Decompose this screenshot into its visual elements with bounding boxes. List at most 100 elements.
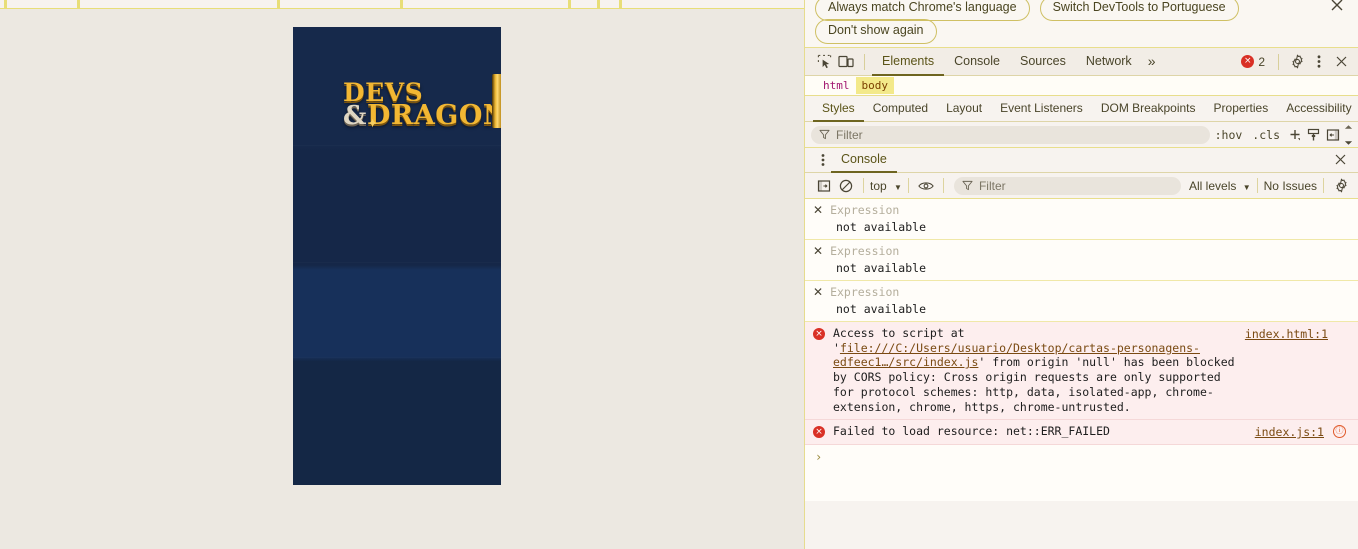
device-toolbar-icon[interactable]: [835, 51, 857, 73]
tab-tick: [568, 0, 571, 9]
more-tabs-button[interactable]: »: [1142, 48, 1162, 76]
tab-tick: [400, 0, 403, 9]
tab-console[interactable]: Console: [944, 49, 1010, 76]
toolbar-divider: [864, 53, 865, 70]
console-divider-3: [942, 178, 944, 193]
live-expression-row[interactable]: ✕ Expression not available: [805, 281, 1358, 322]
page-content: DEVS &DRAGONS ✦: [0, 11, 804, 549]
dont-show-again-button[interactable]: Don't show again: [815, 19, 937, 44]
remove-expression-icon[interactable]: ✕: [813, 204, 823, 216]
gear-icon[interactable]: [1330, 176, 1352, 196]
live-expression-icon[interactable]: [915, 176, 937, 196]
styles-pane-tabs: Styles Computed Layout Event Listeners D…: [805, 96, 1358, 122]
error-source-link[interactable]: index.js:1: [1255, 425, 1324, 440]
styles-filter-placeholder: Filter: [836, 127, 863, 142]
breadcrumb-item-html[interactable]: html: [817, 77, 856, 94]
scroll-up-icon: [1344, 124, 1352, 129]
new-style-rule-icon[interactable]: [1285, 125, 1304, 144]
tab-tick: [277, 0, 280, 9]
console-toolbar: top ▼ Filter All levels ▼ No Issues: [805, 173, 1358, 199]
toolbar-divider-2: [1278, 53, 1279, 70]
logo-ampersand: &: [343, 101, 367, 131]
console-divider-5: [1323, 178, 1324, 193]
console-filter-input[interactable]: Filter: [953, 176, 1182, 195]
live-expression-row[interactable]: ✕ Expression not available: [805, 240, 1358, 281]
inspect-element-icon[interactable]: [813, 51, 835, 73]
toolbar-right-group: × 2: [1241, 51, 1358, 73]
tab-tick: [597, 0, 600, 9]
console-sidebar-icon[interactable]: [813, 176, 835, 196]
kebab-menu-icon[interactable]: [815, 153, 831, 167]
card-gold-edge: [492, 74, 501, 128]
live-expression-head: ✕ Expression: [813, 203, 1350, 217]
browser-page-viewport: DEVS &DRAGONS ✦: [0, 0, 804, 549]
computed-sidebar-icon[interactable]: [1323, 125, 1342, 144]
drawer-tab-console[interactable]: Console: [831, 148, 897, 173]
styles-filter-row: Filter :hov .cls: [805, 122, 1358, 148]
console-prompt-caret: ›: [815, 450, 823, 465]
tab-tick: [619, 0, 622, 9]
tab-sources[interactable]: Sources: [1010, 49, 1076, 76]
tab-network[interactable]: Network: [1076, 49, 1142, 76]
chevron-down-icon: ▼: [894, 182, 902, 192]
dont-show-again-row: Don't show again: [815, 19, 937, 44]
live-expression-head: ✕ Expression: [813, 244, 1350, 258]
hov-toggle-button[interactable]: :hov: [1210, 128, 1248, 142]
error-source-link[interactable]: index.html:1: [1245, 327, 1328, 342]
console-prompt[interactable]: ›: [805, 445, 1358, 469]
browser-tabstrip: [0, 0, 804, 9]
expression-placeholder: Expression: [830, 285, 900, 299]
clear-console-icon[interactable]: [835, 176, 857, 196]
always-match-language-button[interactable]: Always match Chrome's language: [815, 0, 1030, 21]
dom-breadcrumb: html body: [805, 76, 1358, 96]
breadcrumb-item-body[interactable]: body: [855, 77, 894, 94]
log-levels-selector[interactable]: All levels ▼: [1185, 179, 1251, 193]
console-error-resource[interactable]: × Failed to load resource: net::ERR_FAIL…: [805, 420, 1358, 446]
filter-icon: [819, 129, 830, 140]
tab-styles[interactable]: Styles: [813, 97, 864, 122]
console-error-cors[interactable]: × Access to script at 'file:///C:/Users/…: [805, 322, 1358, 421]
filter-icon: [962, 180, 973, 191]
screen: DEVS &DRAGONS ✦ Always match Chrome's la…: [0, 0, 1358, 549]
element-classes-icon[interactable]: [1304, 125, 1323, 144]
devtools-panel: Always match Chrome's language Switch De…: [804, 0, 1358, 549]
console-divider-4: [1256, 178, 1258, 193]
styles-scrollbar[interactable]: [1342, 124, 1354, 146]
issues-counter[interactable]: No Issues: [1264, 179, 1317, 193]
tab-dom-breakpoints[interactable]: DOM Breakpoints: [1092, 97, 1205, 122]
close-icon[interactable]: [1328, 0, 1346, 14]
character-card[interactable]: DEVS &DRAGONS ✦: [293, 27, 501, 485]
tab-event-listeners[interactable]: Event Listeners: [991, 97, 1092, 122]
console-drawer-header: Console: [805, 148, 1358, 173]
log-levels-value: All levels: [1189, 178, 1237, 193]
remove-expression-icon[interactable]: ✕: [813, 245, 823, 257]
gear-icon[interactable]: [1286, 51, 1308, 73]
tab-elements[interactable]: Elements: [872, 49, 945, 76]
logo-dragons-text: DRAGONS: [366, 100, 501, 131]
card-logo: DEVS &DRAGONS ✦: [343, 80, 501, 131]
language-chip-row: Always match Chrome's language Switch De…: [815, 0, 1239, 21]
devtools-main-toolbar: Elements Console Sources Network » × 2: [805, 48, 1358, 76]
console-message-list[interactable]: ✕ Expression not available ✕ Expression …: [805, 199, 1358, 501]
close-devtools-icon[interactable]: [1330, 51, 1352, 73]
close-drawer-icon[interactable]: [1333, 152, 1348, 167]
live-expression-row[interactable]: ✕ Expression not available: [805, 199, 1358, 240]
execution-context-value: top: [870, 178, 887, 193]
kebab-menu-icon[interactable]: [1308, 51, 1330, 73]
switch-language-button[interactable]: Switch DevTools to Portuguese: [1039, 0, 1239, 21]
cls-toggle-button[interactable]: .cls: [1247, 128, 1285, 142]
expression-value: not available: [836, 220, 927, 234]
styles-filter-input[interactable]: Filter: [811, 125, 1210, 144]
error-count-badge[interactable]: × 2: [1241, 55, 1271, 69]
tab-properties[interactable]: Properties: [1205, 97, 1278, 122]
logo-line-dragons: &DRAGONS: [343, 101, 501, 131]
tab-computed[interactable]: Computed: [864, 97, 937, 122]
error-count-value: 2: [1258, 54, 1265, 69]
tab-layout[interactable]: Layout: [937, 97, 991, 122]
expression-value: not available: [836, 302, 927, 316]
execution-context-selector[interactable]: top ▼: [870, 179, 902, 193]
language-notification-bar: Always match Chrome's language Switch De…: [805, 0, 1358, 48]
tab-accessibility[interactable]: Accessibility: [1277, 97, 1358, 122]
remove-expression-icon[interactable]: ✕: [813, 286, 823, 298]
tab-tick: [77, 0, 80, 9]
